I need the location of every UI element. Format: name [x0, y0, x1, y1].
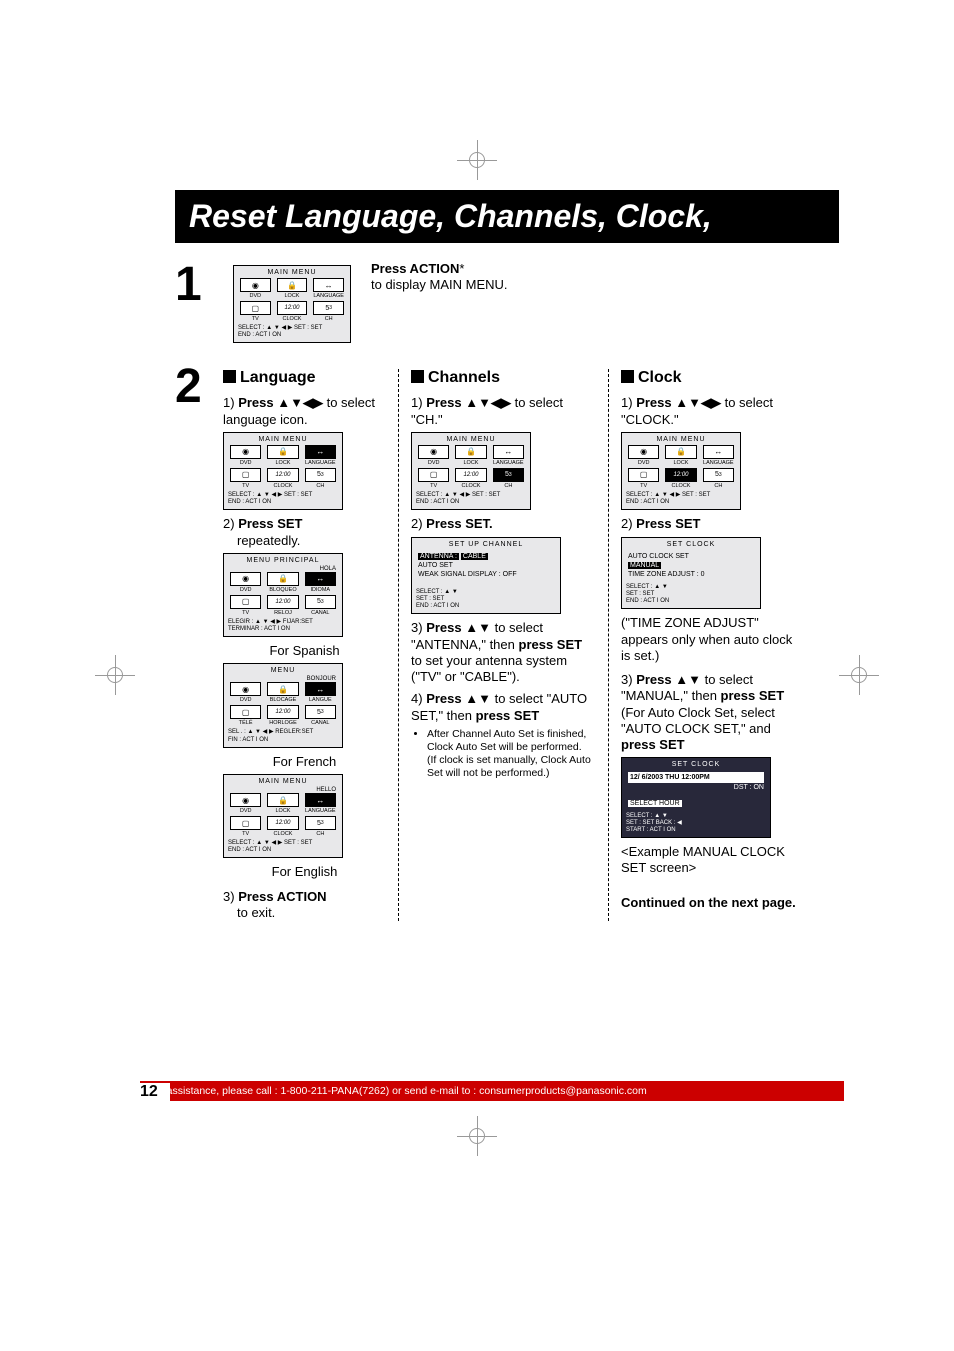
screen-title: MAIN MENU: [238, 269, 346, 276]
step-1: 1 MAIN MENU ◉DVD 🔒LOCK ↔LANGUAGE ▢TV 12:…: [175, 261, 839, 349]
crop-mark-bottom: [457, 1116, 497, 1156]
french-menu-screen: MENU BONJOUR ◉DVD 🔒BLOCAGE ↔LANGUE ▢TÉLÉ…: [223, 663, 343, 747]
manual-clock-screen: SET CLOCK 12/ 6/2003 THU 12:00PM DST : O…: [621, 757, 771, 838]
language-column: Language 1) Press ▲▼◀▶ to select languag…: [223, 369, 398, 921]
spanish-menu-screen: MENU PRINCIPAL HOLA ◉DVD 🔒BLOQUEO ↔IDIOM…: [223, 553, 343, 637]
crop-mark-right: [839, 655, 879, 695]
main-menu-screen-ch: MAIN MENU ◉DVD 🔒LOCK ↔LANGUAGE ▢TV 12:00…: [411, 432, 531, 510]
crop-mark-left: [95, 655, 135, 695]
page-title: Reset Language, Channels, Clock,: [175, 190, 839, 243]
step-1-number: 1: [175, 261, 223, 309]
step-2-number: 2: [175, 363, 223, 411]
channels-heading: Channels: [411, 369, 596, 387]
main-menu-screen-lang: MAIN MENU ◉DVD 🔒LOCK ↔LANGUAGE ▢TV 12:00…: [223, 432, 343, 510]
set-clock-screen: SET CLOCK AUTO CLOCK SET MANUAL TIME ZON…: [621, 537, 761, 610]
continued-note: Continued on the next page.: [621, 895, 801, 911]
language-heading: Language: [223, 369, 386, 387]
english-menu-screen: MAIN MENU HELLO ◉DVD 🔒LOCK ↔LANGUAGE ▢TV…: [223, 774, 343, 858]
step-1-instruction: Press ACTION* to display MAIN MENU.: [371, 261, 508, 294]
tv-icon: ▢: [240, 301, 271, 315]
language-icon: ↔: [313, 278, 344, 292]
lock-icon: 🔒: [277, 278, 308, 292]
clock-column: Clock 1) Press ▲▼◀▶ to select "CLOCK." M…: [608, 369, 813, 921]
assistance-footer: For assistance, please call : 1-800-211-…: [140, 1081, 844, 1101]
channels-column: Channels 1) Press ▲▼◀▶ to select "CH." M…: [398, 369, 608, 921]
step-2: 2 Language 1) Press ▲▼◀▶ to select langu…: [175, 363, 839, 921]
ch-icon: 53: [313, 301, 344, 315]
main-menu-screen-1: MAIN MENU ◉DVD 🔒LOCK ↔LANGUAGE ▢TV 12:00…: [233, 265, 351, 343]
setup-channel-screen: SET UP CHANNEL ANTENNA : CABLE AUTO SET …: [411, 537, 561, 615]
main-menu-screen-clock: MAIN MENU ◉DVD 🔒LOCK ↔LANGUAGE ▢TV 12:00…: [621, 432, 741, 510]
page-number: 12: [140, 1083, 170, 1101]
dvd-icon: ◉: [240, 278, 271, 292]
channel-notes: After Channel Auto Set is finished, Cloc…: [411, 728, 596, 781]
clock-icon: 12:00: [277, 301, 308, 315]
crop-mark-top: [457, 140, 497, 180]
clock-heading: Clock: [621, 369, 801, 387]
